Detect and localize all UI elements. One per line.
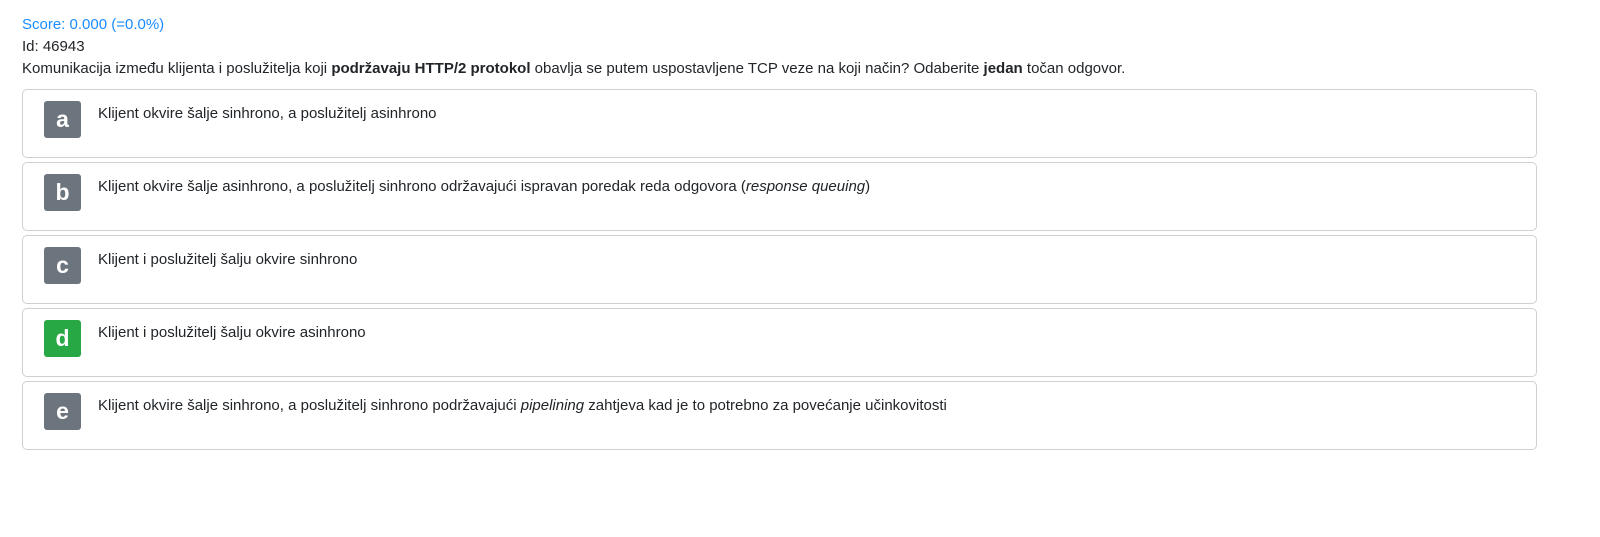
question-text: Komunikacija između klijenta i poslužite… xyxy=(22,58,1537,80)
question-bold: podržavaju HTTP/2 protokol xyxy=(331,60,531,77)
option-text: Klijent okvire šalje asinhrono, a posluž… xyxy=(98,178,870,195)
option-text: Klijent okvire šalje sinhrono, a posluži… xyxy=(98,105,437,122)
option-text-italic: pipelining xyxy=(520,397,585,414)
option-letter-badge: e xyxy=(44,393,81,430)
question-part: Komunikacija između klijenta i poslužite… xyxy=(22,60,332,77)
option-letter-badge: a xyxy=(44,101,81,138)
option-a[interactable]: a Klijent okvire šalje sinhrono, a posluž… xyxy=(22,89,1537,158)
option-b[interactable]: b Klijent okvire šalje asinhrono, a poslu… xyxy=(22,162,1537,231)
option-d[interactable]: d Klijent i poslužitelj šalju okvire asin… xyxy=(22,308,1537,377)
option-letter-badge: b xyxy=(44,174,81,211)
option-text-part: Klijent okvire šalje sinhrono, a posluži… xyxy=(98,397,521,414)
option-text-part: ) xyxy=(865,178,871,195)
question-panel: Score: 0.000 (=0.0%) Id: 46943 Komunikac… xyxy=(22,14,1537,454)
option-c[interactable]: c Klijent i poslužitelj šalju okvire sinh… xyxy=(22,235,1537,304)
option-text: Klijent i poslužitelj šalju okvire sinhr… xyxy=(98,251,358,268)
option-letter-badge: c xyxy=(44,247,81,284)
question-part: točan odgovor. xyxy=(1022,60,1126,77)
option-e[interactable]: e Klijent okvire šalje sinhrono, a posluž… xyxy=(22,381,1537,450)
option-text-italic: response queuing xyxy=(745,178,866,195)
option-text: Klijent okvire šalje sinhrono, a posluži… xyxy=(98,397,947,414)
option-text-part: Klijent okvire šalje asinhrono, a posluž… xyxy=(98,178,746,195)
score-text: Score: 0.000 (=0.0%) xyxy=(22,16,165,33)
option-letter-badge-correct: d xyxy=(44,320,81,357)
question-part: obavlja se putem uspostavljene TCP veze … xyxy=(530,60,984,77)
question-bold: jedan xyxy=(983,60,1023,77)
question-id: Id: 46943 xyxy=(22,38,85,55)
option-text: Klijent i poslužitelj šalju okvire asinh… xyxy=(98,324,366,341)
option-text-part: zahtjeva kad je to potrebno za povećanje… xyxy=(584,397,947,414)
